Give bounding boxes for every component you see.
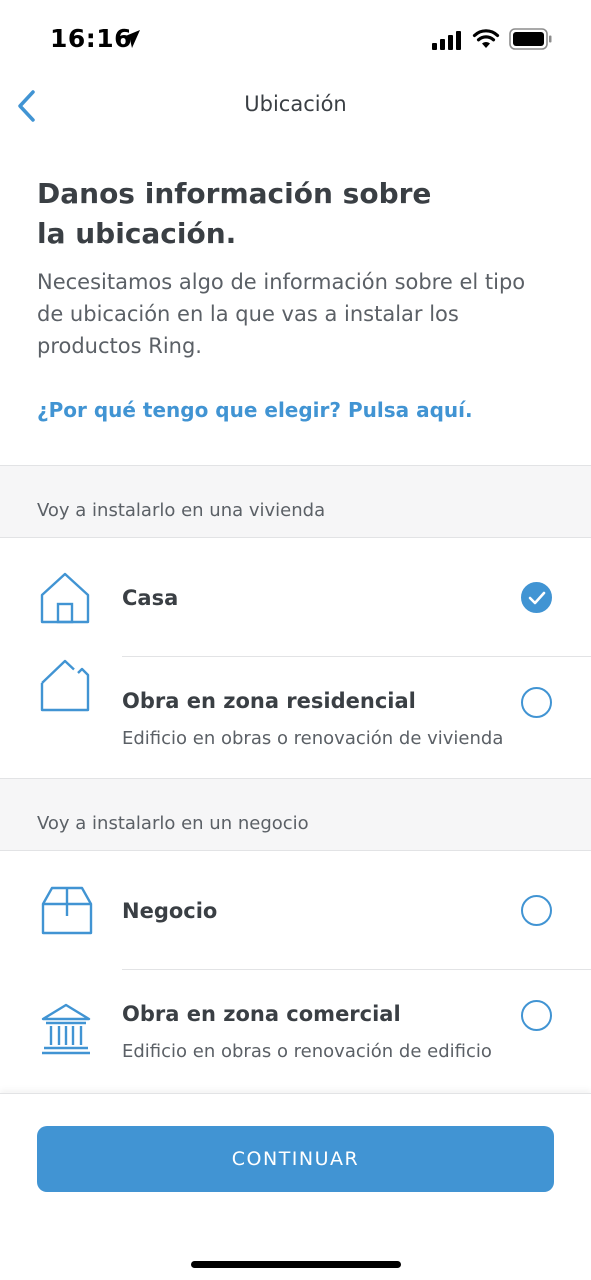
- help-link[interactable]: ¿Por qué tengo que elegir? Pulsa aquí.: [37, 398, 473, 422]
- option-obra-comercial[interactable]: Obra en zona comercial Edificio en obras…: [0, 970, 591, 1091]
- bottom-bar: CONTINUAR: [0, 1093, 591, 1280]
- heading: Danos información sobre la ubicación.: [37, 174, 557, 254]
- option-subtitle: Edificio en obras o renovación de vivien…: [122, 728, 504, 749]
- option-title: Casa: [122, 586, 179, 610]
- radio-selected[interactable]: [521, 582, 552, 613]
- heading-line: Danos información sobre: [37, 177, 432, 210]
- radio-unselected[interactable]: [521, 895, 552, 926]
- location-arrow-icon: [122, 30, 140, 48]
- option-title: Negocio: [122, 899, 218, 923]
- house-icon: [40, 572, 90, 624]
- page-title: Ubicación: [244, 92, 347, 116]
- section-header-business: Voy a instalarlo en un negocio: [0, 778, 591, 851]
- heading-line: la ubicación.: [37, 217, 237, 250]
- check-icon: [528, 591, 545, 604]
- option-obra-residencial[interactable]: Obra en zona residencial Edificio en obr…: [0, 657, 591, 778]
- option-negocio[interactable]: Negocio: [0, 852, 591, 970]
- option-title: Obra en zona comercial: [122, 1002, 401, 1026]
- description-line: productos Ring.: [37, 334, 202, 358]
- section-header-label: Voy a instalarlo en una vivienda: [37, 500, 326, 521]
- continue-button[interactable]: CONTINUAR: [37, 1126, 554, 1192]
- description-line: de ubicación en la que vas a instalar lo…: [37, 302, 459, 326]
- cellular-signal-icon: [432, 31, 461, 50]
- home-indicator[interactable]: [191, 1261, 401, 1268]
- section-header-label: Voy a instalarlo en un negocio: [37, 813, 309, 834]
- nav-bar: Ubicación: [0, 78, 591, 134]
- description-line: Necesitamos algo de información sobre el…: [37, 270, 526, 294]
- section-header-home: Voy a instalarlo en una vivienda: [0, 465, 591, 538]
- option-casa[interactable]: Casa: [0, 539, 591, 657]
- radio-unselected[interactable]: [521, 1000, 552, 1031]
- house-under-construction-icon: [40, 659, 90, 712]
- shop-box-icon: [41, 886, 93, 935]
- option-title: Obra en zona residencial: [122, 689, 416, 713]
- radio-unselected[interactable]: [521, 687, 552, 718]
- status-bar: 16:16: [0, 0, 591, 78]
- bank-building-icon: [41, 1003, 91, 1055]
- description: Necesitamos algo de información sobre el…: [37, 266, 567, 362]
- battery-icon: [509, 28, 552, 50]
- wifi-icon: [472, 29, 500, 48]
- option-subtitle: Edificio en obras o renovación de edific…: [122, 1041, 492, 1062]
